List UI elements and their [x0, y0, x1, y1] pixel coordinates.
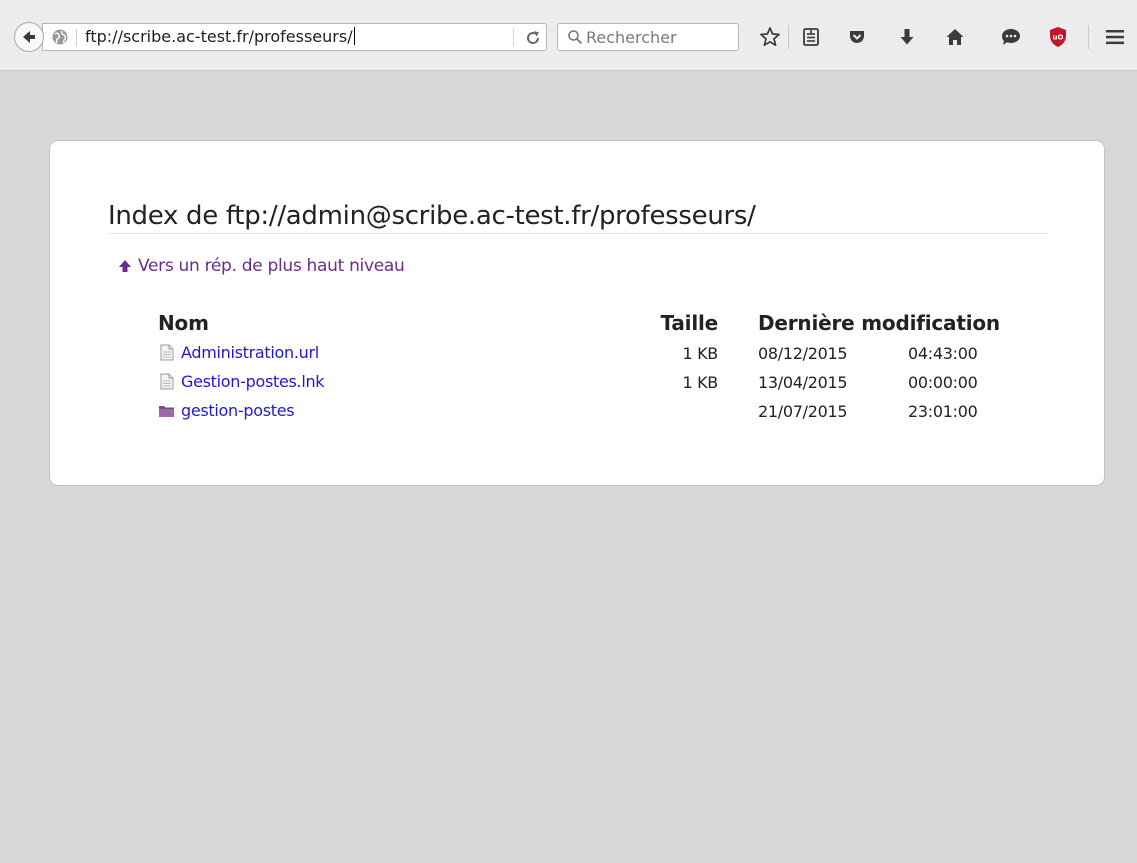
- file-row: gestion-postes 21/07/2015 23:01:00: [158, 397, 1038, 426]
- toolbar-separator: [1088, 25, 1089, 49]
- directory-listing-card: Index de ftp://admin@scribe.ac-test.fr/p…: [49, 140, 1105, 486]
- file-date: 08/12/2015: [758, 344, 848, 363]
- file-date: 21/07/2015: [758, 402, 848, 421]
- back-arrow-icon: [23, 31, 35, 43]
- back-button[interactable]: [14, 22, 44, 52]
- chat-icon[interactable]: [999, 25, 1023, 49]
- page-title: Index de ftp://admin@scribe.ac-test.fr/p…: [108, 201, 1048, 234]
- url-text[interactable]: ftp://scribe.ac-test.fr/professeurs/: [85, 27, 355, 46]
- home-icon[interactable]: [943, 25, 967, 49]
- menu-icon[interactable]: [1103, 25, 1127, 49]
- search-box[interactable]: [557, 23, 739, 51]
- file-name: Administration.url: [181, 342, 319, 362]
- file-row: Gestion-postes.lnk 1 KB 13/04/2015 00:00…: [158, 368, 1038, 397]
- search-icon: [568, 30, 583, 45]
- reload-icon[interactable]: [523, 28, 543, 48]
- toolbar-separator: [788, 25, 789, 49]
- folder-link-gestion-postes[interactable]: gestion-postes: [158, 400, 295, 420]
- folder-icon: [159, 405, 174, 417]
- folder-name: gestion-postes: [181, 400, 295, 420]
- svg-text:uO: uO: [1053, 34, 1064, 42]
- parent-directory-link[interactable]: Vers un rép. de plus haut niveau: [118, 256, 405, 276]
- reader-list-icon[interactable]: [799, 25, 823, 49]
- column-header-name[interactable]: Nom: [158, 311, 618, 339]
- file-icon: [160, 373, 174, 389]
- search-input[interactable]: [586, 26, 734, 48]
- pocket-icon[interactable]: [845, 25, 869, 49]
- file-icon: [160, 344, 174, 360]
- file-time: 04:43:00: [908, 344, 978, 363]
- column-header-modified[interactable]: Dernière modification: [740, 311, 1038, 339]
- file-date: 13/04/2015: [758, 373, 848, 392]
- file-row: Administration.url 1 KB 08/12/2015 04:43…: [158, 339, 1038, 368]
- file-name: Gestion-postes.lnk: [181, 371, 325, 391]
- file-time: 23:01:00: [908, 402, 978, 421]
- file-link-gestion-postes-lnk[interactable]: Gestion-postes.lnk: [158, 371, 325, 391]
- bookmark-star-icon[interactable]: [758, 25, 782, 49]
- reload-separator: [513, 28, 514, 46]
- file-list-header: Nom Taille Dernière modification: [158, 311, 1038, 339]
- file-size: 1 KB: [682, 373, 718, 392]
- globe-icon[interactable]: [51, 28, 69, 46]
- file-size: 1 KB: [682, 344, 718, 363]
- url-separator: [76, 29, 77, 46]
- file-link-administration-url[interactable]: Administration.url: [158, 343, 319, 362]
- parent-directory-label: Vers un rép. de plus haut niveau: [138, 256, 405, 276]
- column-header-size[interactable]: Taille: [618, 311, 740, 339]
- ublock-icon[interactable]: uO: [1046, 25, 1070, 49]
- download-icon[interactable]: [895, 25, 919, 49]
- file-list: Nom Taille Dernière modification Adminis…: [158, 311, 1038, 426]
- browser-toolbar: ftp://scribe.ac-test.fr/professeurs/ Rec…: [0, 0, 1137, 71]
- up-arrow-icon: [119, 260, 131, 272]
- file-size: [618, 397, 740, 426]
- file-time: 00:00:00: [908, 373, 978, 392]
- url-bar[interactable]: ftp://scribe.ac-test.fr/professeurs/: [42, 23, 547, 51]
